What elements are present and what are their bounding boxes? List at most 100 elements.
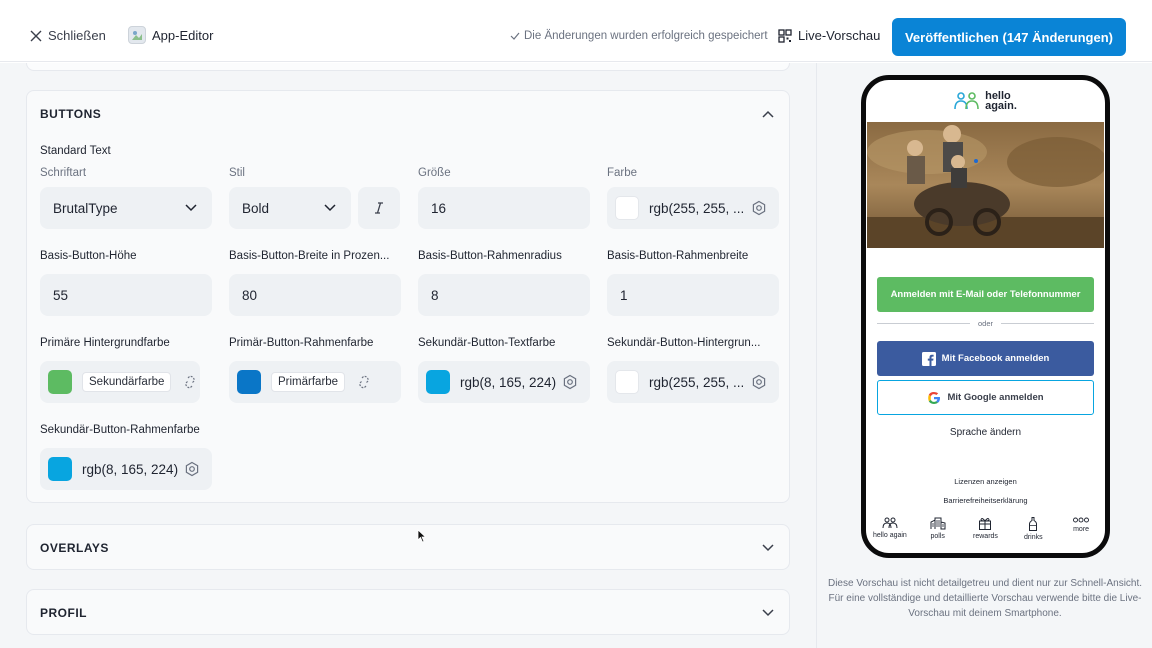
primary-bg-swatch[interactable] bbox=[48, 370, 72, 394]
facebook-login-button[interactable]: Mit Facebook anmelden bbox=[877, 341, 1094, 376]
secondary-border-label: Sekundär-Button-Rahmenfarbe bbox=[40, 424, 200, 436]
size-input-value: 16 bbox=[431, 200, 447, 216]
google-icon bbox=[928, 391, 941, 404]
gear-icon[interactable] bbox=[751, 200, 767, 216]
secondary-border-field[interactable]: rgb(8, 165, 224) bbox=[40, 448, 212, 490]
border-width-input[interactable]: 1 bbox=[607, 274, 779, 316]
nav-item-more[interactable]: more bbox=[1058, 517, 1104, 553]
save-status-text: Die Änderungen wurden erfolgreich gespei… bbox=[524, 30, 768, 42]
font-select[interactable]: BrutalType bbox=[40, 187, 212, 229]
live-preview-button[interactable]: Live-Vorschau bbox=[778, 28, 880, 43]
gear-icon[interactable] bbox=[562, 374, 578, 390]
phone-preview: hello again. Anmelden mit E-Mail oder Te… bbox=[861, 75, 1110, 558]
italic-icon bbox=[375, 202, 383, 214]
licenses-link[interactable]: Lizenzen anzeigen bbox=[866, 477, 1105, 486]
font-label: Schriftart bbox=[40, 167, 87, 179]
secondary-bg-swatch[interactable] bbox=[615, 370, 639, 394]
width-label: Basis-Button-Breite in Prozen... bbox=[229, 250, 390, 262]
overlays-section-title: OVERLAYS bbox=[40, 541, 109, 555]
color-swatch[interactable] bbox=[615, 196, 639, 220]
secondary-text-field[interactable]: rgb(8, 165, 224) bbox=[418, 361, 590, 403]
primary-bg-chip: Sekundärfarbe bbox=[82, 372, 172, 392]
close-button[interactable]: Schließen bbox=[30, 28, 106, 43]
style-label: Stil bbox=[229, 167, 245, 179]
google-login-label: Mit Google anmelden bbox=[947, 392, 1044, 403]
nav-label: polls bbox=[930, 533, 945, 540]
secondary-border-swatch[interactable] bbox=[48, 457, 72, 481]
close-icon bbox=[30, 30, 42, 41]
chevron-up-icon[interactable] bbox=[761, 107, 775, 121]
nav-label: rewards bbox=[973, 533, 998, 540]
color-value: rgb(255, 255, ... bbox=[649, 200, 745, 216]
primary-bg-field[interactable]: Sekundärfarbe bbox=[40, 361, 200, 403]
height-input[interactable]: 55 bbox=[40, 274, 212, 316]
people-icon bbox=[882, 517, 898, 529]
nav-item-drinks[interactable]: drinks bbox=[1010, 517, 1056, 553]
profile-section[interactable]: PROFIL bbox=[26, 589, 790, 635]
radius-input[interactable]: 8 bbox=[418, 274, 590, 316]
width-input[interactable]: 80 bbox=[229, 274, 401, 316]
close-label: Schließen bbox=[48, 28, 106, 43]
secondary-text-swatch[interactable] bbox=[426, 370, 450, 394]
color-field[interactable]: rgb(255, 255, ... bbox=[607, 187, 779, 229]
mouse-cursor-icon bbox=[417, 529, 427, 543]
buttons-section-title: BUTTONS bbox=[40, 107, 102, 121]
app-editor-label: App-Editor bbox=[152, 27, 214, 43]
check-icon bbox=[510, 32, 520, 40]
chevron-down-icon bbox=[324, 204, 336, 212]
email-login-button[interactable]: Anmelden mit E-Mail oder Telefonnummer bbox=[877, 277, 1094, 312]
secondary-bg-field[interactable]: rgb(255, 255, ... bbox=[607, 361, 779, 403]
size-input[interactable]: 16 bbox=[418, 187, 590, 229]
style-select-value: Bold bbox=[242, 200, 270, 216]
secondary-bg-value: rgb(255, 255, ... bbox=[649, 374, 745, 390]
publish-button[interactable]: Veröffentlichen (147 Änderungen) bbox=[892, 18, 1126, 56]
border-width-label: Basis-Button-Rahmenbreite bbox=[607, 250, 749, 262]
change-language-link[interactable]: Sprache ändern bbox=[866, 427, 1105, 438]
preview-disclaimer: Diese Vorschau ist nicht detailgetreu un… bbox=[827, 578, 1143, 619]
nav-label: hello again bbox=[872, 532, 907, 539]
height-label: Basis-Button-Höhe bbox=[40, 250, 137, 262]
google-login-button[interactable]: Mit Google anmelden bbox=[877, 380, 1094, 415]
nav-label: more bbox=[1073, 526, 1090, 533]
color-label: Farbe bbox=[607, 167, 638, 179]
hero-photo bbox=[867, 122, 1104, 248]
size-label: Größe bbox=[418, 167, 451, 179]
nav-item-rewards[interactable]: rewards bbox=[962, 517, 1008, 553]
chevron-down-icon[interactable] bbox=[761, 541, 775, 555]
italic-toggle[interactable] bbox=[358, 187, 400, 229]
border-width-input-value: 1 bbox=[620, 287, 628, 303]
hello-again-logo-icon bbox=[954, 92, 979, 110]
bottle-icon bbox=[1029, 517, 1038, 531]
primary-border-field[interactable]: Primärfarbe bbox=[229, 361, 401, 403]
city-icon bbox=[930, 517, 946, 530]
live-preview-label: Live-Vorschau bbox=[798, 28, 881, 43]
nav-item-hello-again[interactable]: hello again bbox=[867, 517, 913, 553]
style-select[interactable]: Bold bbox=[229, 187, 351, 229]
chevron-down-icon bbox=[185, 204, 197, 212]
gear-icon[interactable] bbox=[751, 374, 767, 390]
logo-line-2: again. bbox=[985, 100, 1017, 112]
unlink-icon[interactable] bbox=[183, 375, 197, 389]
qr-code-icon bbox=[778, 28, 792, 43]
radius-label: Basis-Button-Rahmenradius bbox=[418, 250, 562, 262]
overlays-section[interactable]: OVERLAYS bbox=[26, 524, 790, 570]
more-dots-icon bbox=[1073, 517, 1090, 523]
nav-label: drinks bbox=[1023, 534, 1043, 541]
app-editor-title: App-Editor bbox=[128, 26, 213, 44]
phone-bottom-nav: hello again polls rewards drinks more bbox=[866, 517, 1105, 553]
top-bar: Schließen App-Editor Die Änderungen wurd… bbox=[0, 14, 1152, 62]
previous-section-card bbox=[26, 63, 790, 71]
nav-item-polls[interactable]: polls bbox=[915, 517, 961, 553]
primary-border-label: Primär-Button-Rahmenfarbe bbox=[229, 337, 374, 349]
editor-panel: BUTTONS Standard Text Schriftart Stil Gr… bbox=[0, 63, 816, 648]
gear-icon[interactable] bbox=[184, 461, 200, 477]
secondary-text-value: rgb(8, 165, 224) bbox=[460, 374, 557, 390]
accessibility-link[interactable]: Barrierefreiheitserklärung bbox=[866, 496, 1105, 505]
font-select-value: BrutalType bbox=[53, 200, 118, 216]
profile-section-title: PROFIL bbox=[40, 606, 87, 620]
primary-border-swatch[interactable] bbox=[237, 370, 261, 394]
phone-header: hello again. bbox=[866, 80, 1105, 122]
unlink-icon[interactable] bbox=[357, 375, 371, 389]
preview-panel: hello again. Anmelden mit E-Mail oder Te… bbox=[816, 63, 1152, 648]
chevron-down-icon[interactable] bbox=[761, 606, 775, 620]
